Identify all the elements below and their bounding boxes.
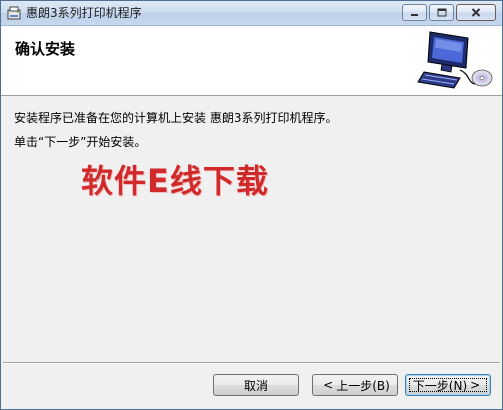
chevron-left-icon: < [323, 378, 334, 392]
chevron-right-icon: > [470, 378, 481, 392]
minimize-icon [410, 13, 418, 16]
installer-app-icon [7, 6, 21, 20]
close-icon [471, 8, 481, 17]
next-button-label: 下一步(N) [412, 378, 468, 393]
cancel-button-label: 取消 [243, 378, 268, 393]
computer-cd-icon [417, 31, 493, 89]
back-button-label: 上一步(B) [336, 378, 390, 393]
installer-window: 惠朗3系列打印机程序 确认安装 安装程序已准备在您的计算机上安装 惠朗3系列打印… [0, 0, 503, 410]
page-title: 确认安装 [15, 40, 76, 58]
maximize-icon [437, 8, 446, 17]
title-bar[interactable]: 惠朗3系列打印机程序 [1, 1, 502, 26]
maximize-button[interactable] [429, 4, 454, 21]
back-button[interactable]: < 上一步(B) [312, 374, 398, 396]
instruction-text: 单击“下一步”开始安装。 [14, 135, 147, 149]
minimize-button[interactable] [402, 4, 427, 21]
window-title: 惠朗3系列打印机程序 [26, 6, 142, 20]
install-message: 安装程序已准备在您的计算机上安装 惠朗3系列打印机程序。 [14, 111, 338, 125]
header-banner: 确认安装 [1, 26, 502, 96]
cancel-button[interactable]: 取消 [213, 374, 299, 396]
footer-separator [3, 362, 500, 364]
close-button[interactable] [456, 4, 496, 21]
caption-buttons [402, 4, 496, 22]
watermark-text: 软件E线下载 [81, 162, 269, 200]
next-button[interactable]: 下一步(N) > [405, 374, 491, 396]
